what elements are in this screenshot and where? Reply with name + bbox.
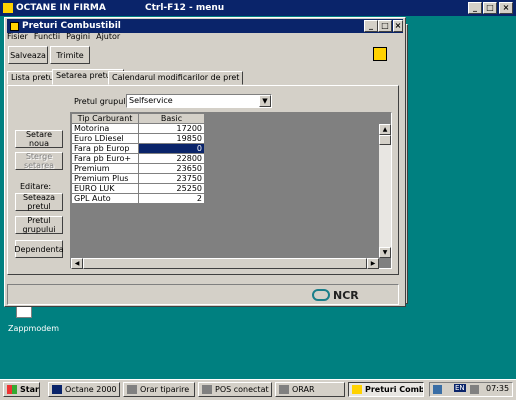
desktop-icon-label: Zappmodem: [8, 324, 60, 333]
app-minimize-button[interactable]: _: [364, 20, 378, 32]
menu-ajutor[interactable]: Ajutor: [96, 32, 120, 42]
taskbar-item-orar-tiparire[interactable]: Orar tiparire: [123, 382, 195, 397]
table-row[interactable]: Premium Plus 23750: [71, 173, 205, 184]
app-close-button[interactable]: ×: [393, 20, 403, 32]
table-row[interactable]: Fara pb Europ 0: [71, 143, 205, 154]
app-icon: [10, 21, 19, 31]
table-row[interactable]: Premium 23650: [71, 163, 205, 174]
fuel-name[interactable]: Fara pb Euro+: [71, 153, 139, 164]
column-header-basic[interactable]: Basic: [138, 113, 205, 124]
clock[interactable]: 07:35: [486, 384, 509, 393]
start-label: Start: [20, 385, 39, 394]
taskbar-item-octane[interactable]: Octane 2000 Fo...: [48, 382, 120, 397]
scroll-left-arrow-icon[interactable]: ◀: [71, 258, 83, 269]
taskbar-item-pos-conectat[interactable]: POS conectat: [198, 382, 272, 397]
taskbar-item-preturi[interactable]: Preturi Combu...: [348, 382, 424, 397]
group-price-button[interactable]: Pretul grupului: [15, 216, 63, 234]
ncr-logo-icon: [312, 289, 330, 301]
dependency-button[interactable]: Dependenta: [14, 240, 64, 258]
ncr-logo-text: NCR: [333, 288, 359, 302]
ncr-logo: NCR: [312, 287, 372, 303]
delete-setting-button[interactable]: Sterge setarea: [15, 152, 63, 170]
app-window-title: Preturi Combustibil: [22, 21, 121, 31]
outer-shortcut-hint: Ctrl-F12 - menu: [145, 3, 225, 13]
fuel-name[interactable]: Premium: [71, 163, 139, 174]
app-window-icon: [279, 385, 289, 394]
table-row[interactable]: Euro LDiesel 19850: [71, 133, 205, 144]
fuel-price-selected[interactable]: 0: [138, 143, 205, 154]
fuel-name[interactable]: Euro LDiesel: [71, 133, 139, 144]
windows-logo-icon: [7, 385, 17, 394]
tab-calendar[interactable]: Calendarul modificarilor de pret: [108, 71, 244, 85]
column-header-fuel-type[interactable]: Tip Carburant: [71, 113, 139, 124]
fuel-name[interactable]: EURO LUK: [71, 183, 139, 194]
taskbar-item-orar[interactable]: ORAR: [275, 382, 345, 397]
taskbar-item-label: Octane 2000 Fo...: [65, 385, 119, 394]
outer-minimize-button[interactable]: _: [468, 2, 482, 14]
save-button[interactable]: Salveaza: [8, 46, 48, 64]
table-row[interactable]: Motorina 17200: [71, 123, 205, 134]
outer-window-title: OCTANE IN FIRMA: [16, 3, 106, 13]
edit-label: Editare:: [20, 182, 52, 191]
fuel-price[interactable]: 17200: [138, 123, 205, 134]
menu-functii[interactable]: Functii: [34, 32, 60, 42]
outer-app-icon: [3, 3, 13, 13]
fuel-price[interactable]: 22800: [138, 153, 205, 164]
scroll-down-arrow-icon[interactable]: ▼: [379, 247, 391, 258]
fuel-price[interactable]: 2: [138, 193, 205, 204]
table-row[interactable]: Fara pb Euro+ 22800: [71, 153, 205, 164]
send-button[interactable]: Trimite: [50, 46, 90, 64]
taskbar-item-label: Orar tiparire: [140, 385, 190, 394]
fuel-price[interactable]: 19850: [138, 133, 205, 144]
menu-pagini[interactable]: Pagini: [66, 32, 90, 42]
language-indicator[interactable]: EN: [454, 384, 466, 392]
table-row[interactable]: GPL Auto 2: [71, 193, 205, 204]
outer-close-button[interactable]: ×: [499, 2, 513, 14]
fuel-name[interactable]: Fara pb Europ: [71, 143, 139, 154]
app-window-icon: [52, 385, 62, 394]
start-button[interactable]: Start: [3, 382, 40, 397]
fuel-name[interactable]: GPL Auto: [71, 193, 139, 204]
menu-bar: Fisier Functii Pagini Ajutor: [7, 32, 207, 42]
scroll-thumb[interactable]: [379, 135, 391, 145]
vertical-scrollbar[interactable]: ▲ ▼: [379, 124, 391, 258]
app-window-icon: [127, 385, 137, 394]
fuel-name[interactable]: Premium Plus: [71, 173, 139, 184]
outer-title-bar: OCTANE IN FIRMA Ctrl-F12 - menu _ □ ×: [0, 0, 516, 16]
outer-maximize-button[interactable]: □: [483, 2, 497, 14]
fuel-name[interactable]: Motorina: [71, 123, 139, 134]
scroll-up-arrow-icon[interactable]: ▲: [379, 124, 391, 135]
fuel-price[interactable]: 23750: [138, 173, 205, 184]
tray-app-icon[interactable]: [433, 385, 442, 394]
app-title-bar: Preturi Combustibil _ □ ×: [7, 19, 403, 33]
new-setting-button[interactable]: Setare noua: [15, 130, 63, 148]
group-price-value: Selfservice: [129, 96, 173, 105]
fuel-price[interactable]: 25250: [138, 183, 205, 194]
plug-icon[interactable]: [373, 47, 387, 61]
app-window-icon: [352, 385, 362, 394]
fuel-price[interactable]: 23650: [138, 163, 205, 174]
chevron-down-icon[interactable]: ▼: [259, 95, 271, 107]
group-price-label: Pretul grupului: [74, 97, 133, 106]
set-price-button[interactable]: Seteaza pretul: [15, 193, 63, 211]
system-tray: EN 07:35: [429, 382, 513, 397]
h-scroll-thumb[interactable]: [83, 258, 367, 269]
tray-network-icon[interactable]: [470, 385, 479, 394]
price-grid: Tip Carburant Basic Motorina 17200 Euro L…: [71, 113, 205, 204]
scroll-right-arrow-icon[interactable]: ▶: [367, 258, 379, 269]
taskbar-item-label: Preturi Combu...: [365, 385, 424, 394]
group-price-select[interactable]: Selfservice ▼: [126, 94, 272, 108]
taskbar-item-label: ORAR: [292, 385, 315, 394]
app-window-icon: [202, 385, 212, 394]
grid-header-row: Tip Carburant Basic: [71, 113, 205, 124]
menu-fisier[interactable]: Fisier: [7, 32, 28, 42]
taskbar-item-label: POS conectat: [215, 385, 269, 394]
table-row[interactable]: EURO LUK 25250: [71, 183, 205, 194]
horizontal-scrollbar[interactable]: ◀ ▶: [71, 258, 379, 269]
app-maximize-button[interactable]: □: [378, 20, 392, 32]
